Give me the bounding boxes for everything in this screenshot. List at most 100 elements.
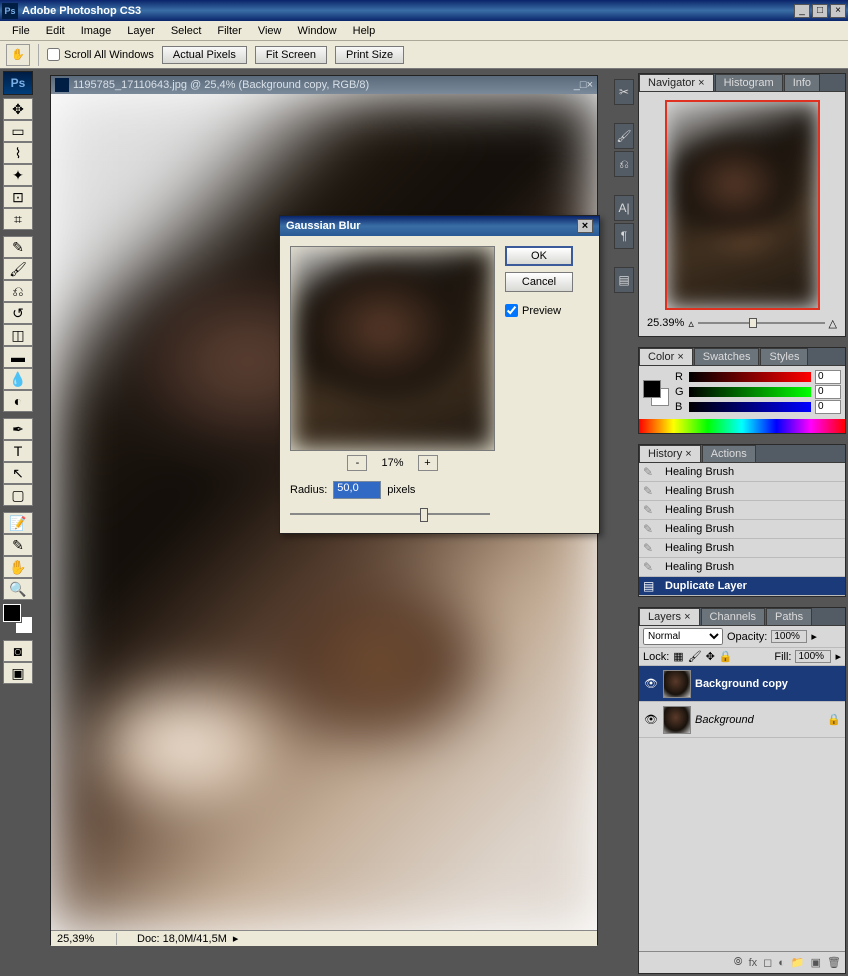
tab-history[interactable]: History × — [639, 445, 701, 462]
zoom-in-button[interactable]: + — [418, 455, 438, 471]
dodge-tool[interactable]: ◐ — [3, 390, 33, 412]
eyedropper-tool[interactable]: ✎ — [3, 534, 33, 556]
move-tool[interactable]: ✥ — [3, 98, 33, 120]
group-icon[interactable]: 📁 — [791, 956, 805, 969]
doc-maximize-button[interactable]: □ — [580, 79, 587, 91]
r-value[interactable]: 0 — [815, 370, 841, 384]
layer-name[interactable]: Background copy — [695, 678, 841, 690]
layer-row[interactable]: 👁 Background 🔒 — [639, 702, 845, 738]
clone-stamp-tool[interactable]: ⎌ — [3, 280, 33, 302]
gradient-tool[interactable]: ▬ — [3, 346, 33, 368]
color-spectrum[interactable] — [639, 419, 845, 433]
document-titlebar[interactable]: 1195785_17110643.jpg @ 25,4% (Background… — [51, 76, 597, 94]
shape-tool[interactable]: ▢ — [3, 484, 33, 506]
blend-mode-select[interactable]: Normal — [643, 628, 723, 645]
color-swatch[interactable] — [643, 380, 669, 406]
minimize-button[interactable]: _ — [794, 4, 810, 18]
screen-mode-tool[interactable]: ▣ — [3, 662, 33, 684]
opacity-value[interactable]: 100% — [771, 630, 807, 643]
delete-layer-icon[interactable]: 🗑 — [827, 956, 841, 969]
new-layer-icon[interactable]: ▣ — [811, 956, 821, 969]
menu-help[interactable]: Help — [345, 23, 384, 39]
history-item[interactable]: ✎Healing Brush — [639, 501, 845, 520]
navigator-zoom[interactable]: 25.39% — [647, 317, 684, 329]
type-tool[interactable]: T — [3, 440, 33, 462]
r-slider[interactable] — [689, 372, 811, 382]
layer-row[interactable]: 👁 Background copy — [639, 666, 845, 702]
tab-actions[interactable]: Actions — [702, 445, 756, 462]
tab-info[interactable]: Info — [784, 74, 820, 91]
crop-tool[interactable]: ⊡ — [3, 186, 33, 208]
lasso-tool[interactable]: ⌇ — [3, 142, 33, 164]
tab-layers[interactable]: Layers × — [639, 608, 700, 625]
foreground-color-swatch[interactable] — [3, 604, 21, 622]
cancel-button[interactable]: Cancel — [505, 272, 573, 292]
menu-filter[interactable]: Filter — [209, 23, 249, 39]
path-select-tool[interactable]: ↖ — [3, 462, 33, 484]
zoom-out-icon[interactable]: ▵ — [688, 317, 694, 330]
dialog-close-button[interactable]: × — [577, 219, 593, 233]
zoom-level[interactable]: 25,39% — [57, 933, 117, 945]
quick-mask-tool[interactable]: ◙ — [3, 640, 33, 662]
history-item[interactable]: ✎Healing Brush — [639, 463, 845, 482]
tab-histogram[interactable]: Histogram — [715, 74, 783, 91]
menu-select[interactable]: Select — [163, 23, 210, 39]
foreground-background-colors[interactable] — [3, 604, 33, 634]
maximize-button[interactable]: □ — [812, 4, 828, 18]
visibility-icon[interactable]: 👁 — [643, 713, 659, 726]
lock-position-icon[interactable]: ✥ — [706, 650, 715, 663]
lock-all-icon[interactable]: 🔒 — [719, 650, 733, 663]
preview-checkbox[interactable]: Preview — [505, 304, 561, 317]
marquee-tool[interactable]: ▭ — [3, 120, 33, 142]
b-slider[interactable] — [689, 402, 811, 412]
menu-view[interactable]: View — [250, 23, 290, 39]
doc-close-button[interactable]: × — [587, 79, 593, 91]
history-item[interactable]: ✎Healing Brush — [639, 520, 845, 539]
layer-comps-icon[interactable]: ▤ — [614, 267, 634, 293]
menu-image[interactable]: Image — [73, 23, 120, 39]
zoom-tool[interactable]: 🔍 — [3, 578, 33, 600]
notes-tool[interactable]: 📝 — [3, 512, 33, 534]
tab-color[interactable]: Color × — [639, 348, 693, 365]
fill-value[interactable]: 100% — [795, 650, 831, 663]
lock-transparency-icon[interactable]: ▦ — [673, 650, 683, 663]
preview-image[interactable] — [290, 246, 495, 451]
magic-wand-tool[interactable]: ✦ — [3, 164, 33, 186]
actual-pixels-button[interactable]: Actual Pixels — [162, 46, 247, 64]
history-item[interactable]: ✎Healing Brush — [639, 539, 845, 558]
brush-tool[interactable]: 🖌 — [3, 258, 33, 280]
tab-paths[interactable]: Paths — [766, 608, 812, 625]
lock-pixels-icon[interactable]: 🖌 — [688, 650, 702, 663]
layer-thumbnail[interactable] — [663, 706, 691, 734]
paragraph-icon[interactable]: ¶ — [614, 223, 634, 249]
link-layers-icon[interactable]: ⦾ — [734, 956, 743, 969]
slider-thumb[interactable] — [420, 508, 428, 522]
g-value[interactable]: 0 — [815, 385, 841, 399]
brushes-icon[interactable]: 🖌 — [614, 123, 634, 149]
zoom-out-button[interactable]: - — [347, 455, 367, 471]
layer-mask-icon[interactable]: ◻ — [763, 956, 772, 969]
hand-tool[interactable]: ✋ — [3, 556, 33, 578]
layer-name[interactable]: Background — [695, 714, 823, 726]
b-value[interactable]: 0 — [815, 400, 841, 414]
layer-style-icon[interactable]: fx — [749, 957, 758, 969]
eraser-tool[interactable]: ◫ — [3, 324, 33, 346]
healing-brush-tool[interactable]: ✎ — [3, 236, 33, 258]
navigator-slider[interactable] — [698, 316, 825, 330]
history-item-active[interactable]: ▤Duplicate Layer — [639, 577, 845, 596]
radius-slider[interactable] — [290, 505, 490, 523]
g-slider[interactable] — [689, 387, 811, 397]
character-icon[interactable]: A| — [614, 195, 634, 221]
dialog-titlebar[interactable]: Gaussian Blur × — [280, 216, 599, 236]
tab-styles[interactable]: Styles — [760, 348, 808, 365]
layer-thumbnail[interactable] — [663, 670, 691, 698]
chevron-right-icon[interactable]: ▸ — [811, 630, 817, 643]
history-item[interactable]: ✎Healing Brush — [639, 482, 845, 501]
adjustment-layer-icon[interactable]: ◐ — [778, 957, 785, 969]
tab-navigator[interactable]: Navigator × — [639, 74, 714, 91]
chevron-right-icon[interactable]: ▸ — [233, 932, 239, 945]
blur-tool[interactable]: 💧 — [3, 368, 33, 390]
scroll-all-checkbox[interactable]: Scroll All Windows — [47, 48, 154, 61]
radius-input[interactable]: 50,0 — [333, 481, 381, 499]
tool-presets-icon[interactable]: ✂ — [614, 79, 634, 105]
